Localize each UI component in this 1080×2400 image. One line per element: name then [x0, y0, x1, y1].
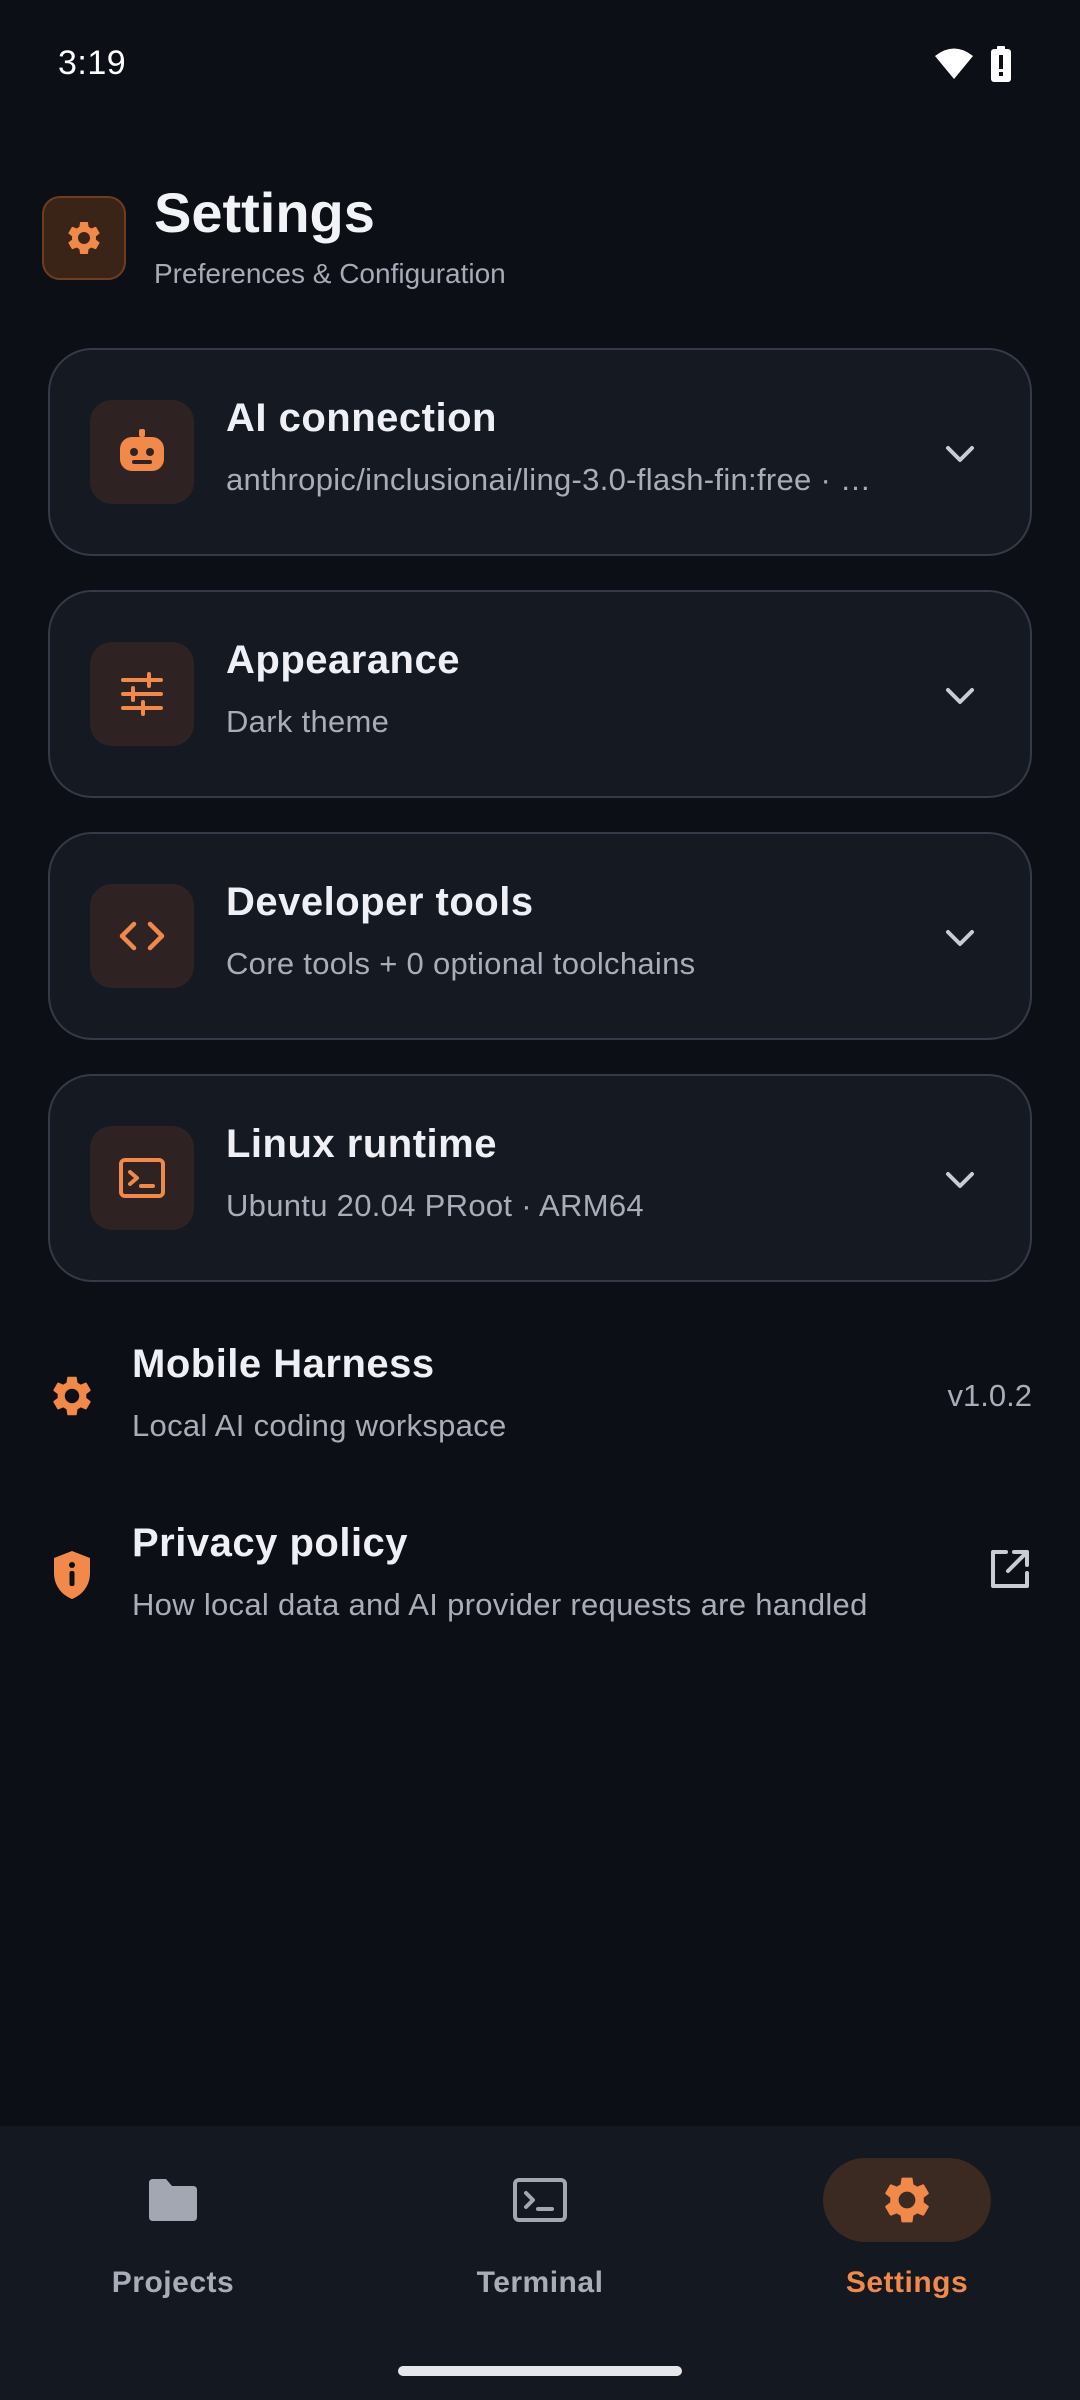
- gear-icon: [885, 2177, 929, 2223]
- card-subtitle: anthropic/inclusionai/ling-3.0-flash-fin…: [226, 462, 872, 497]
- page-title: Settings: [154, 181, 375, 244]
- nav-pill: [89, 2158, 257, 2242]
- terminal-icon: [90, 1126, 194, 1230]
- robot-icon: [90, 400, 194, 504]
- nav-settings[interactable]: Settings: [787, 2156, 1027, 2316]
- terminal-icon: [513, 2178, 567, 2222]
- sliders-icon: [90, 642, 194, 746]
- battery-alert-icon: [991, 46, 1011, 82]
- card-ai-connection[interactable]: AI connection anthropic/inclusionai/ling…: [48, 348, 1032, 556]
- card-subtitle: Ubuntu 20.04 PRoot · ARM64: [226, 1188, 644, 1223]
- nav-projects[interactable]: Projects: [53, 2156, 293, 2316]
- bottom-navigation: Projects Terminal Settings: [0, 2126, 1080, 2400]
- shield-icon: [48, 1549, 96, 1601]
- nav-label: Settings: [845, 2266, 969, 2299]
- status-icons: [934, 46, 1012, 82]
- card-subtitle: Dark theme: [226, 704, 390, 739]
- chevron-down-icon[interactable]: [940, 918, 980, 958]
- card-linux-runtime[interactable]: Linux runtime Ubuntu 20.04 PRoot · ARM64: [48, 1074, 1032, 1282]
- page-subtitle: Preferences & Configuration: [154, 258, 506, 289]
- home-indicator[interactable]: [398, 2366, 682, 2376]
- gear-icon: [48, 1370, 96, 1422]
- chevron-down-icon[interactable]: [940, 1160, 980, 1200]
- card-developer-tools[interactable]: Developer tools Core tools + 0 optional …: [48, 832, 1032, 1040]
- card-title: Linux runtime: [226, 1122, 497, 1166]
- about-row: Mobile Harness Local AI coding workspace…: [48, 1342, 1032, 1462]
- page-header: Settings Preferences & Configuration: [42, 180, 1042, 320]
- card-title: Appearance: [226, 638, 460, 682]
- nav-pill: [456, 2158, 624, 2242]
- card-title: AI connection: [226, 396, 497, 440]
- privacy-description: How local data and AI provider requests …: [132, 1587, 868, 1622]
- card-appearance[interactable]: Appearance Dark theme: [48, 590, 1032, 798]
- chevron-down-icon[interactable]: [940, 434, 980, 474]
- card-title: Developer tools: [226, 880, 534, 924]
- card-subtitle: Core tools + 0 optional toolchains: [226, 946, 696, 981]
- privacy-policy-row[interactable]: Privacy policy How local data and AI pro…: [48, 1521, 1032, 1641]
- gear-icon: [42, 196, 126, 280]
- nav-label: Projects: [111, 2266, 235, 2299]
- status-time: 3:19: [58, 44, 127, 82]
- folder-icon: [149, 2179, 197, 2221]
- app-name: Mobile Harness: [132, 1342, 435, 1386]
- status-bar: 3:19: [0, 0, 1080, 130]
- app-version: v1.0.2: [947, 1378, 1032, 1413]
- code-icon: [90, 884, 194, 988]
- wifi-icon: [935, 48, 973, 79]
- nav-label: Terminal: [476, 2266, 604, 2299]
- privacy-title: Privacy policy: [132, 1521, 409, 1565]
- app-description: Local AI coding workspace: [132, 1408, 507, 1443]
- chevron-down-icon[interactable]: [940, 676, 980, 716]
- open-external-icon[interactable]: [988, 1547, 1032, 1591]
- nav-terminal[interactable]: Terminal: [420, 2156, 660, 2316]
- nav-pill-active: [823, 2158, 991, 2242]
